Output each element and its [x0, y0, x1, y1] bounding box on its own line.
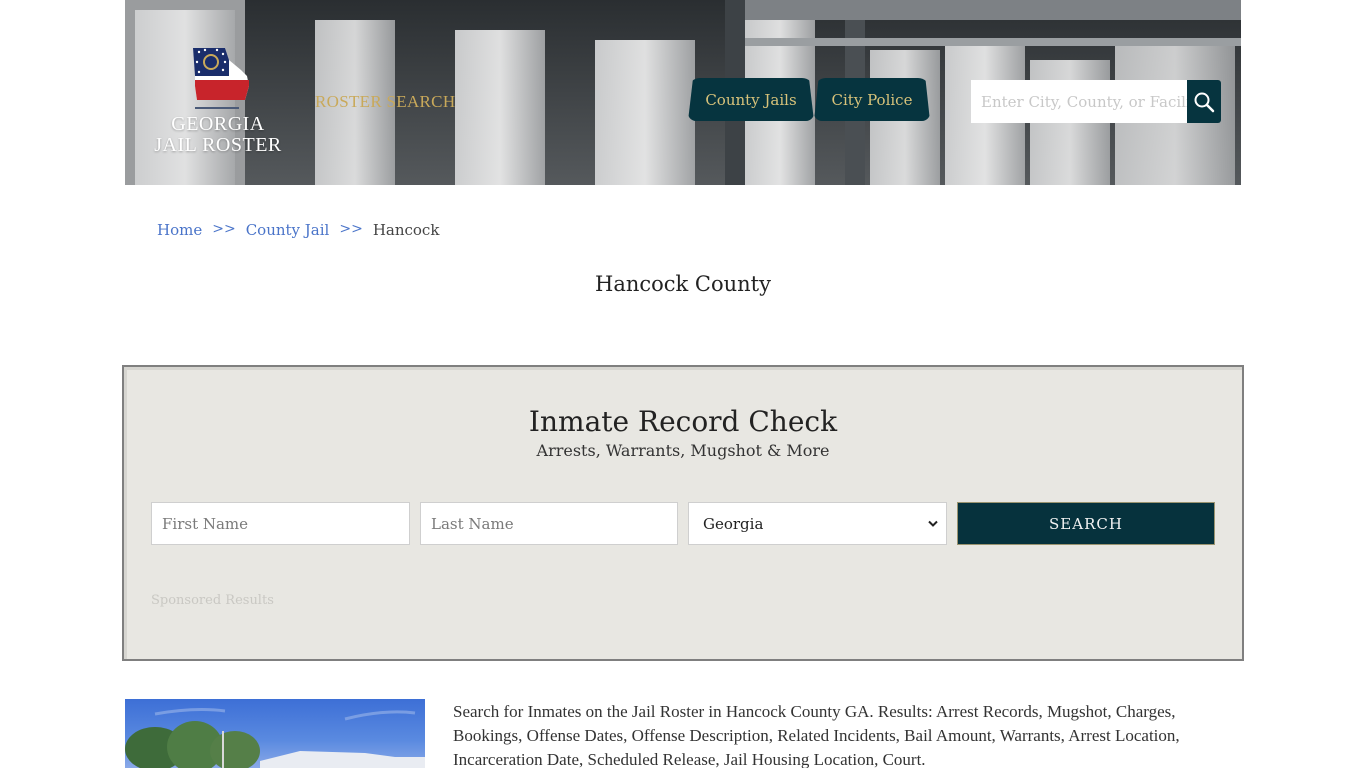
- first-name-input[interactable]: [151, 502, 410, 545]
- breadcrumb-separator: >>: [212, 221, 236, 237]
- page-title: Hancock County: [595, 272, 771, 296]
- record-search-button[interactable]: SEARCH: [957, 502, 1215, 545]
- chevron-down-icon: [928, 520, 938, 527]
- breadcrumb-home[interactable]: Home: [157, 221, 202, 239]
- breadcrumb: Home >> County Jail >> Hancock: [157, 221, 439, 239]
- facility-search-button[interactable]: [1187, 80, 1221, 123]
- nav-tab-city-police[interactable]: City Police: [814, 78, 930, 121]
- nav-tab-county-jails[interactable]: County Jails: [688, 78, 814, 121]
- facility-search-input[interactable]: [971, 80, 1187, 123]
- breadcrumb-separator: >>: [339, 221, 363, 237]
- facility-photo-image: [125, 708, 425, 768]
- logo-line-2: JAIL ROSTER: [154, 134, 282, 156]
- site-logo[interactable]: GEORGIA JAIL ROSTER: [153, 44, 283, 164]
- breadcrumb-current: Hancock: [372, 221, 440, 239]
- logo-line-1: GEORGIA: [171, 113, 265, 135]
- facility-photo: [125, 699, 425, 768]
- state-select-value: Georgia: [703, 514, 764, 533]
- site-header: GEORGIA JAIL ROSTER ROSTER SEARCH County…: [125, 0, 1241, 185]
- search-icon: [1194, 92, 1215, 112]
- county-description: Search for Inmates on the Jail Roster in…: [453, 702, 1180, 768]
- logo-text: GEORGIA JAIL ROSTER: [153, 114, 283, 156]
- state-select[interactable]: Georgia: [688, 502, 947, 545]
- logo-divider: [195, 107, 239, 109]
- sponsored-results-label: Sponsored Results: [151, 593, 274, 608]
- record-check-title: Inmate Record Check: [528, 405, 838, 438]
- roster-search-link[interactable]: ROSTER SEARCH: [315, 92, 455, 112]
- inmate-record-check-panel: Inmate Record Check Arrests, Warrants, M…: [122, 365, 1244, 661]
- record-check-subtitle: Arrests, Warrants, Mugshot & More: [536, 441, 830, 460]
- georgia-flag-map-icon: [193, 48, 249, 100]
- last-name-input[interactable]: [420, 502, 678, 545]
- breadcrumb-county-jail[interactable]: County Jail: [246, 221, 330, 239]
